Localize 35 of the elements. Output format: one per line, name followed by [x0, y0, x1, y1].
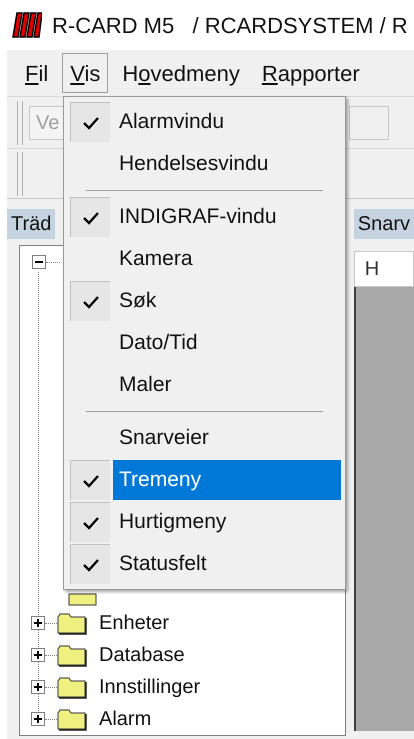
menu-item[interactable]: Statusfelt	[64, 543, 345, 585]
menu-bar-item[interactable]: Vis	[62, 53, 108, 93]
expand-toggle[interactable]	[31, 680, 45, 694]
checkmark-icon	[82, 558, 98, 572]
tree-item[interactable]: Alarm	[99, 704, 152, 734]
text-field[interactable]	[349, 106, 389, 140]
menu-bar-item[interactable]: Fil	[17, 53, 56, 93]
menu-item[interactable]: Søk	[64, 280, 345, 322]
checkmark-icon	[82, 294, 98, 308]
expand-toggle[interactable]	[31, 616, 45, 630]
panel-title: Träd	[7, 209, 56, 239]
menu-item[interactable]: Hurtigmeny	[64, 501, 345, 543]
menu-item[interactable]: Hendelsesvindu	[64, 143, 345, 185]
checkmark-icon	[82, 474, 98, 488]
logo-icon	[12, 12, 42, 38]
menu-item[interactable]: Maler	[64, 364, 345, 406]
checkmark-icon	[82, 210, 98, 224]
expand-toggle[interactable]	[31, 712, 45, 726]
tree-item[interactable]: Innstillinger	[99, 672, 200, 702]
tree-item[interactable]: Enheter	[99, 608, 170, 638]
checkmark-icon	[82, 516, 98, 530]
checkmark-icon	[82, 116, 98, 130]
menu-item[interactable]: Snarveier	[64, 417, 345, 459]
menu-item[interactable]: INDIGRAF-vindu	[64, 196, 345, 238]
menu-bar-item[interactable]: Hovedmeny	[114, 53, 248, 93]
tab[interactable]: H	[354, 251, 414, 287]
menu-bar-item[interactable]: Rapporter	[254, 53, 368, 93]
expand-toggle[interactable]	[31, 648, 45, 662]
panel-title: Snarv	[354, 209, 414, 239]
menu-item[interactable]: Kamera	[64, 238, 345, 280]
window-title: R-CARD M5 / RCARDSYSTEM / R	[52, 12, 408, 40]
tree-item[interactable]: Database	[99, 640, 185, 670]
menu-item[interactable]: Alarmvindu	[64, 101, 345, 143]
menu-item[interactable]: Dato/Tid	[64, 322, 345, 364]
collapse-toggle[interactable]	[32, 255, 46, 269]
